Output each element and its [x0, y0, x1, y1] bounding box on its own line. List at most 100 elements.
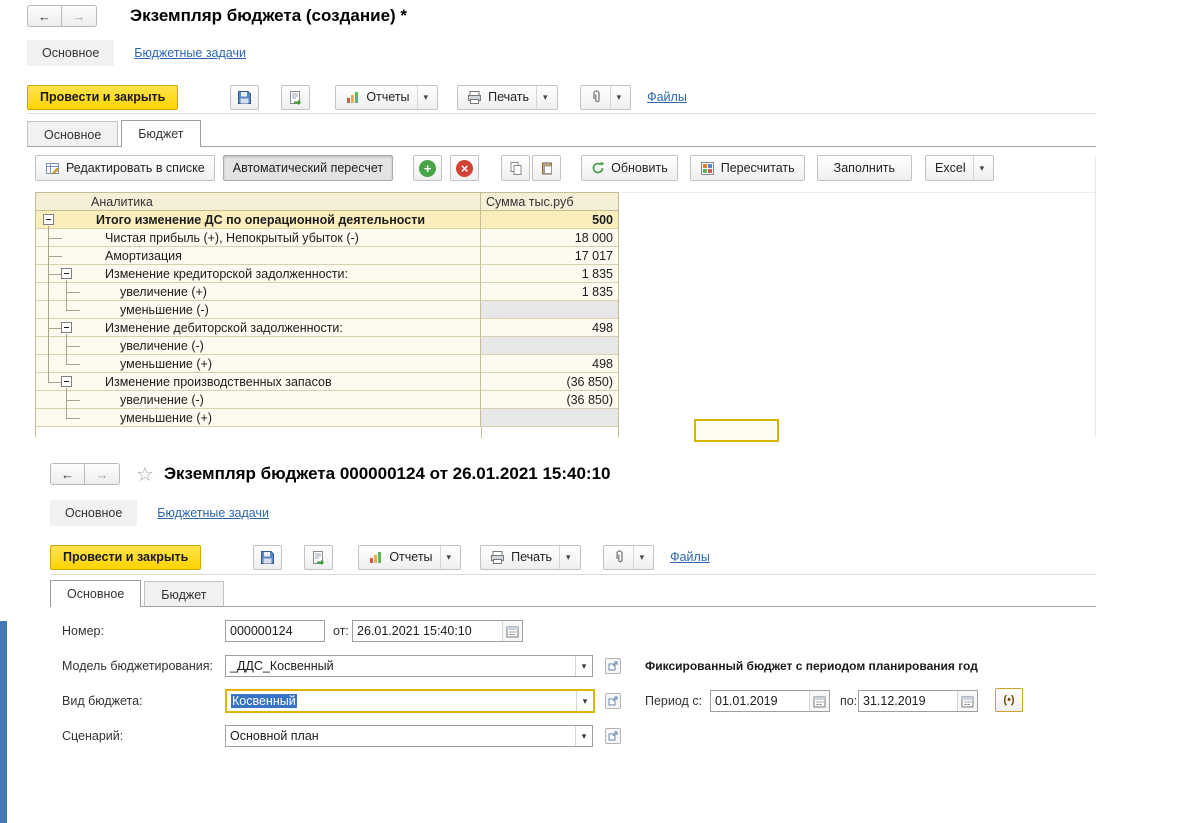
table-row[interactable]: Чистая прибыль (+), Непокрытый убыток (-… [36, 229, 618, 247]
sum-cell[interactable]: 1 835 [481, 283, 618, 301]
table-row[interactable]: уменьшение (+) [36, 409, 618, 427]
tab-main[interactable]: Основное [27, 121, 119, 147]
refresh-button[interactable]: Обновить [581, 155, 678, 181]
back-button[interactable] [50, 463, 85, 485]
analytics-cell[interactable]: увеличение (+) [36, 283, 481, 301]
date-field[interactable]: 26.01.2021 15:40:10 [352, 620, 523, 642]
tab-main[interactable]: Основное [50, 580, 142, 607]
section-tab-main[interactable]: Основное [50, 500, 138, 526]
analytics-cell[interactable]: увеличение (-) [36, 337, 481, 355]
sum-cell[interactable]: 17 017 [481, 247, 618, 265]
excel-button[interactable]: Excel [925, 155, 995, 181]
print-button[interactable]: Печать [480, 544, 581, 570]
dropdown-icon[interactable] [609, 85, 622, 109]
table-row[interactable]: Изменение производственных запасов (36 8… [36, 373, 618, 391]
files-link[interactable]: Файлы [647, 90, 687, 104]
dropdown-icon[interactable] [439, 545, 452, 569]
sum-cell[interactable]: 498 [481, 355, 618, 373]
dropdown-icon[interactable] [416, 85, 429, 109]
table-row[interactable]: увеличение (-) [36, 337, 618, 355]
sum-cell[interactable]: 498 [481, 319, 618, 337]
sum-cell[interactable] [481, 301, 618, 319]
sum-cell[interactable]: 18 000 [481, 229, 618, 247]
model-combo[interactable]: _ДДС_Косвенный [225, 655, 593, 677]
table-row[interactable]: уменьшение (+) 498 [36, 355, 618, 373]
period-to-field[interactable]: 31.12.2019 [858, 690, 978, 712]
save-button[interactable] [253, 544, 283, 570]
table-row[interactable]: увеличение (+) 1 835 [36, 283, 618, 301]
table-row[interactable]: Итого изменение ДС по операционной деяте… [36, 211, 618, 229]
focused-cell[interactable] [694, 419, 779, 442]
add-row-button[interactable] [413, 155, 443, 181]
collapse-icon[interactable] [43, 214, 54, 225]
forward-button[interactable] [62, 5, 97, 27]
delete-row-button[interactable] [450, 155, 480, 181]
analytics-cell[interactable]: Изменение дебиторской задолженности: [36, 319, 481, 337]
files-link[interactable]: Файлы [670, 550, 710, 564]
calendar-icon[interactable] [957, 691, 977, 711]
fill-button[interactable]: Заполнить [816, 155, 913, 181]
section-tab-main[interactable]: Основное [27, 40, 115, 66]
print-button[interactable]: Печать [457, 84, 558, 110]
auto-recalc-toggle[interactable]: Автоматический пересчет [222, 155, 394, 181]
sum-cell[interactable]: (36 850) [481, 391, 618, 409]
analytics-cell[interactable]: Амортизация [36, 247, 481, 265]
dropdown-icon[interactable] [632, 545, 645, 569]
table-row[interactable]: Амортизация 17 017 [36, 247, 618, 265]
analytics-cell[interactable]: Итого изменение ДС по операционной деяте… [36, 211, 481, 229]
analytics-cell[interactable]: Изменение кредиторской задолженности: [36, 265, 481, 283]
forward-button[interactable] [85, 463, 120, 485]
attachments-button[interactable] [602, 544, 655, 570]
analytics-cell[interactable]: уменьшение (+) [36, 409, 481, 427]
save-button[interactable] [230, 84, 260, 110]
analytics-cell[interactable]: Изменение производственных запасов [36, 373, 481, 391]
section-tab-tasks-link[interactable]: Бюджетные задачи [157, 506, 269, 520]
recalculate-button[interactable]: Пересчитать [689, 155, 805, 181]
model-open-button[interactable] [605, 658, 621, 674]
collapse-icon[interactable] [61, 376, 72, 387]
analytics-cell[interactable]: уменьшение (-) [36, 301, 481, 319]
copy-button[interactable] [501, 155, 531, 181]
column-header-sum[interactable]: Сумма тыс.руб [481, 193, 618, 210]
tab-budget[interactable]: Бюджет [144, 581, 224, 607]
sum-cell[interactable]: 500 [481, 211, 618, 229]
analytics-cell[interactable]: увеличение (-) [36, 391, 481, 409]
kind-combo[interactable]: Косвенный [225, 689, 595, 713]
post-document-button[interactable] [281, 84, 311, 110]
paste-button[interactable] [532, 155, 562, 181]
dropdown-icon[interactable] [972, 156, 985, 180]
table-row[interactable]: Изменение дебиторской задолженности: 498 [36, 319, 618, 337]
collapse-icon[interactable] [61, 322, 72, 333]
number-field[interactable]: 000000124 [225, 620, 325, 642]
favorite-star-icon[interactable] [136, 462, 154, 487]
post-and-close-button[interactable]: Провести и закрыть [27, 84, 179, 110]
kind-open-button[interactable] [605, 693, 621, 709]
sum-cell[interactable] [481, 409, 618, 427]
attachments-button[interactable] [579, 84, 632, 110]
column-header-analytics[interactable]: Аналитика [36, 193, 481, 210]
scenario-combo[interactable]: Основной план [225, 725, 593, 747]
chevron-down-icon[interactable] [575, 656, 592, 676]
tab-budget[interactable]: Бюджет [121, 120, 201, 147]
post-document-button[interactable] [304, 544, 334, 570]
period-from-field[interactable]: 01.01.2019 [710, 690, 830, 712]
table-row[interactable]: увеличение (-) (36 850) [36, 391, 618, 409]
reports-button[interactable]: Отчеты [335, 84, 439, 110]
sum-cell[interactable]: 1 835 [481, 265, 618, 283]
back-button[interactable] [27, 5, 62, 27]
analytics-cell[interactable]: уменьшение (+) [36, 355, 481, 373]
reports-button[interactable]: Отчеты [358, 544, 462, 570]
sum-cell[interactable]: (36 850) [481, 373, 618, 391]
collapse-icon[interactable] [61, 268, 72, 279]
table-row[interactable]: Изменение кредиторской задолженности: 1 … [36, 265, 618, 283]
dropdown-icon[interactable] [536, 85, 548, 109]
chevron-down-icon[interactable] [576, 691, 593, 711]
analytics-cell[interactable]: Чистая прибыль (+), Непокрытый убыток (-… [36, 229, 481, 247]
scenario-open-button[interactable] [605, 728, 621, 744]
dropdown-icon[interactable] [559, 545, 571, 569]
table-row[interactable]: уменьшение (-) [36, 301, 618, 319]
chevron-down-icon[interactable] [575, 726, 592, 746]
period-picker-button[interactable] [995, 688, 1023, 712]
calendar-icon[interactable] [502, 621, 522, 641]
section-tab-tasks-link[interactable]: Бюджетные задачи [134, 46, 246, 60]
